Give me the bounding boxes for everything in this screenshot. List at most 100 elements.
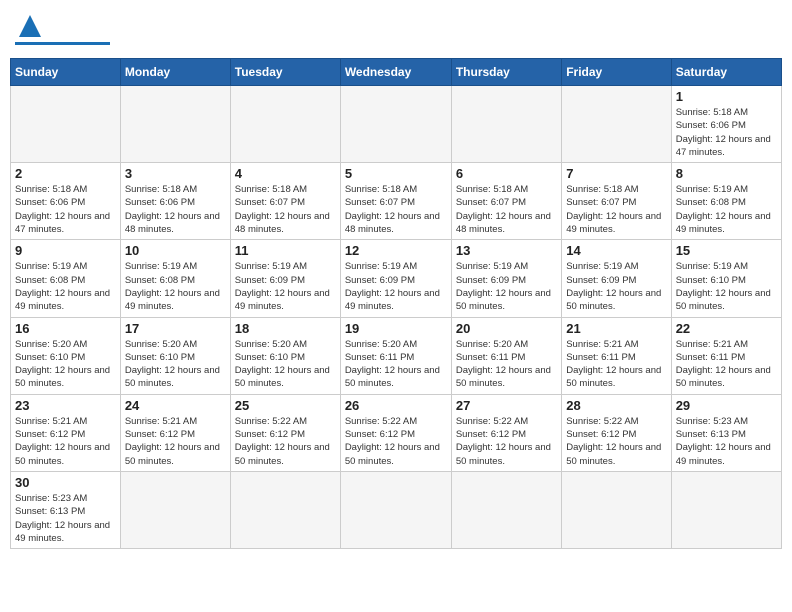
day-info: Sunrise: 5:19 AM Sunset: 6:08 PM Dayligh…: [125, 260, 226, 313]
calendar-cell: 17 Sunrise: 5:20 AM Sunset: 6:10 PM Dayli…: [120, 317, 230, 394]
day-number: 19: [345, 321, 447, 336]
day-info: Sunrise: 5:19 AM Sunset: 6:08 PM Dayligh…: [676, 183, 777, 236]
calendar-cell: 23 Sunrise: 5:21 AM Sunset: 6:12 PM Dayli…: [11, 394, 121, 471]
calendar-cell: [120, 86, 230, 163]
day-info: Sunrise: 5:18 AM Sunset: 6:06 PM Dayligh…: [676, 106, 777, 159]
logo: [15, 15, 110, 45]
calendar-cell: 21 Sunrise: 5:21 AM Sunset: 6:11 PM Dayli…: [562, 317, 671, 394]
calendar-cell: [562, 471, 671, 548]
day-number: 14: [566, 243, 666, 258]
calendar-cell: 13 Sunrise: 5:19 AM Sunset: 6:09 PM Dayli…: [451, 240, 561, 317]
calendar-cell: 11 Sunrise: 5:19 AM Sunset: 6:09 PM Dayli…: [230, 240, 340, 317]
calendar-cell: [230, 86, 340, 163]
day-info: Sunrise: 5:23 AM Sunset: 6:13 PM Dayligh…: [15, 492, 116, 545]
day-info: Sunrise: 5:18 AM Sunset: 6:07 PM Dayligh…: [456, 183, 557, 236]
day-number: 24: [125, 398, 226, 413]
day-info: Sunrise: 5:18 AM Sunset: 6:07 PM Dayligh…: [235, 183, 336, 236]
day-number: 11: [235, 243, 336, 258]
day-number: 22: [676, 321, 777, 336]
calendar-cell: [340, 471, 451, 548]
calendar-cell: 5 Sunrise: 5:18 AM Sunset: 6:07 PM Daylig…: [340, 163, 451, 240]
day-number: 16: [15, 321, 116, 336]
day-info: Sunrise: 5:18 AM Sunset: 6:07 PM Dayligh…: [566, 183, 666, 236]
calendar-cell: [230, 471, 340, 548]
day-info: Sunrise: 5:22 AM Sunset: 6:12 PM Dayligh…: [235, 415, 336, 468]
calendar-cell: 10 Sunrise: 5:19 AM Sunset: 6:08 PM Dayli…: [120, 240, 230, 317]
calendar-cell: 30 Sunrise: 5:23 AM Sunset: 6:13 PM Dayli…: [11, 471, 121, 548]
calendar-cell: [340, 86, 451, 163]
day-number: 20: [456, 321, 557, 336]
calendar-cell: 15Sunrise: 5:19 AM Sunset: 6:10 PM Dayli…: [671, 240, 781, 317]
calendar-cell: 16Sunrise: 5:20 AM Sunset: 6:10 PM Dayli…: [11, 317, 121, 394]
day-info: Sunrise: 5:20 AM Sunset: 6:10 PM Dayligh…: [235, 338, 336, 391]
calendar-cell: 24 Sunrise: 5:21 AM Sunset: 6:12 PM Dayli…: [120, 394, 230, 471]
day-number: 30: [15, 475, 116, 490]
day-info: Sunrise: 5:19 AM Sunset: 6:09 PM Dayligh…: [235, 260, 336, 313]
day-number: 13: [456, 243, 557, 258]
calendar-cell: 19 Sunrise: 5:20 AM Sunset: 6:11 PM Dayli…: [340, 317, 451, 394]
day-info: Sunrise: 5:21 AM Sunset: 6:11 PM Dayligh…: [566, 338, 666, 391]
day-info: Sunrise: 5:23 AM Sunset: 6:13 PM Dayligh…: [676, 415, 777, 468]
calendar-cell: 1 Sunrise: 5:18 AM Sunset: 6:06 PM Daylig…: [671, 86, 781, 163]
day-info: Sunrise: 5:18 AM Sunset: 6:06 PM Dayligh…: [15, 183, 116, 236]
day-info: Sunrise: 5:22 AM Sunset: 6:12 PM Dayligh…: [566, 415, 666, 468]
day-number: 18: [235, 321, 336, 336]
calendar-cell: 3 Sunrise: 5:18 AM Sunset: 6:06 PM Daylig…: [120, 163, 230, 240]
day-info: Sunrise: 5:19 AM Sunset: 6:09 PM Dayligh…: [456, 260, 557, 313]
day-info: Sunrise: 5:22 AM Sunset: 6:12 PM Dayligh…: [345, 415, 447, 468]
calendar-header-row: SundayMondayTuesdayWednesdayThursdayFrid…: [11, 59, 782, 86]
logo-underline: [15, 42, 110, 45]
day-header-wednesday: Wednesday: [340, 59, 451, 86]
calendar-cell: 7 Sunrise: 5:18 AM Sunset: 6:07 PM Daylig…: [562, 163, 671, 240]
calendar-table: SundayMondayTuesdayWednesdayThursdayFrid…: [10, 58, 782, 549]
day-number: 23: [15, 398, 116, 413]
day-number: 12: [345, 243, 447, 258]
calendar-cell: 20Sunrise: 5:20 AM Sunset: 6:11 PM Dayli…: [451, 317, 561, 394]
day-number: 5: [345, 166, 447, 181]
day-number: 21: [566, 321, 666, 336]
day-header-sunday: Sunday: [11, 59, 121, 86]
calendar-cell: [11, 86, 121, 163]
day-header-thursday: Thursday: [451, 59, 561, 86]
day-info: Sunrise: 5:20 AM Sunset: 6:10 PM Dayligh…: [125, 338, 226, 391]
calendar-cell: [451, 86, 561, 163]
day-number: 17: [125, 321, 226, 336]
calendar-cell: [562, 86, 671, 163]
day-header-saturday: Saturday: [671, 59, 781, 86]
calendar-cell: 29 Sunrise: 5:23 AM Sunset: 6:13 PM Dayli…: [671, 394, 781, 471]
day-info: Sunrise: 5:21 AM Sunset: 6:12 PM Dayligh…: [15, 415, 116, 468]
calendar-cell: 9Sunrise: 5:19 AM Sunset: 6:08 PM Daylig…: [11, 240, 121, 317]
calendar-cell: 27Sunrise: 5:22 AM Sunset: 6:12 PM Dayli…: [451, 394, 561, 471]
day-number: 1: [676, 89, 777, 104]
day-number: 10: [125, 243, 226, 258]
calendar-cell: 14Sunrise: 5:19 AM Sunset: 6:09 PM Dayli…: [562, 240, 671, 317]
day-header-tuesday: Tuesday: [230, 59, 340, 86]
day-number: 28: [566, 398, 666, 413]
day-info: Sunrise: 5:19 AM Sunset: 6:09 PM Dayligh…: [345, 260, 447, 313]
calendar-cell: 22 Sunrise: 5:21 AM Sunset: 6:11 PM Dayli…: [671, 317, 781, 394]
day-number: 2: [15, 166, 116, 181]
calendar-cell: 12 Sunrise: 5:19 AM Sunset: 6:09 PM Dayli…: [340, 240, 451, 317]
day-info: Sunrise: 5:18 AM Sunset: 6:06 PM Dayligh…: [125, 183, 226, 236]
calendar-cell: 25Sunrise: 5:22 AM Sunset: 6:12 PM Dayli…: [230, 394, 340, 471]
page-header: [10, 10, 782, 50]
day-number: 29: [676, 398, 777, 413]
day-info: Sunrise: 5:20 AM Sunset: 6:11 PM Dayligh…: [345, 338, 447, 391]
calendar-cell: 28 Sunrise: 5:22 AM Sunset: 6:12 PM Dayli…: [562, 394, 671, 471]
calendar-cell: 26 Sunrise: 5:22 AM Sunset: 6:12 PM Dayli…: [340, 394, 451, 471]
calendar-cell: 18 Sunrise: 5:20 AM Sunset: 6:10 PM Dayli…: [230, 317, 340, 394]
day-number: 9: [15, 243, 116, 258]
day-number: 6: [456, 166, 557, 181]
calendar-cell: 2 Sunrise: 5:18 AM Sunset: 6:06 PM Daylig…: [11, 163, 121, 240]
day-info: Sunrise: 5:21 AM Sunset: 6:12 PM Dayligh…: [125, 415, 226, 468]
day-header-monday: Monday: [120, 59, 230, 86]
day-number: 3: [125, 166, 226, 181]
day-info: Sunrise: 5:21 AM Sunset: 6:11 PM Dayligh…: [676, 338, 777, 391]
day-number: 26: [345, 398, 447, 413]
day-info: Sunrise: 5:19 AM Sunset: 6:10 PM Dayligh…: [676, 260, 777, 313]
day-info: Sunrise: 5:18 AM Sunset: 6:07 PM Dayligh…: [345, 183, 447, 236]
calendar-cell: 6 Sunrise: 5:18 AM Sunset: 6:07 PM Daylig…: [451, 163, 561, 240]
calendar-cell: 4Sunrise: 5:18 AM Sunset: 6:07 PM Daylig…: [230, 163, 340, 240]
day-number: 7: [566, 166, 666, 181]
day-number: 8: [676, 166, 777, 181]
